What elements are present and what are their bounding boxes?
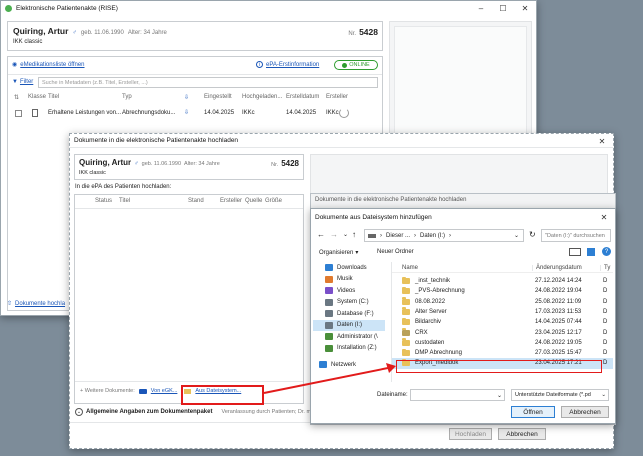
selected-file-highlight bbox=[396, 360, 602, 373]
annotation-arrow bbox=[263, 363, 396, 394]
